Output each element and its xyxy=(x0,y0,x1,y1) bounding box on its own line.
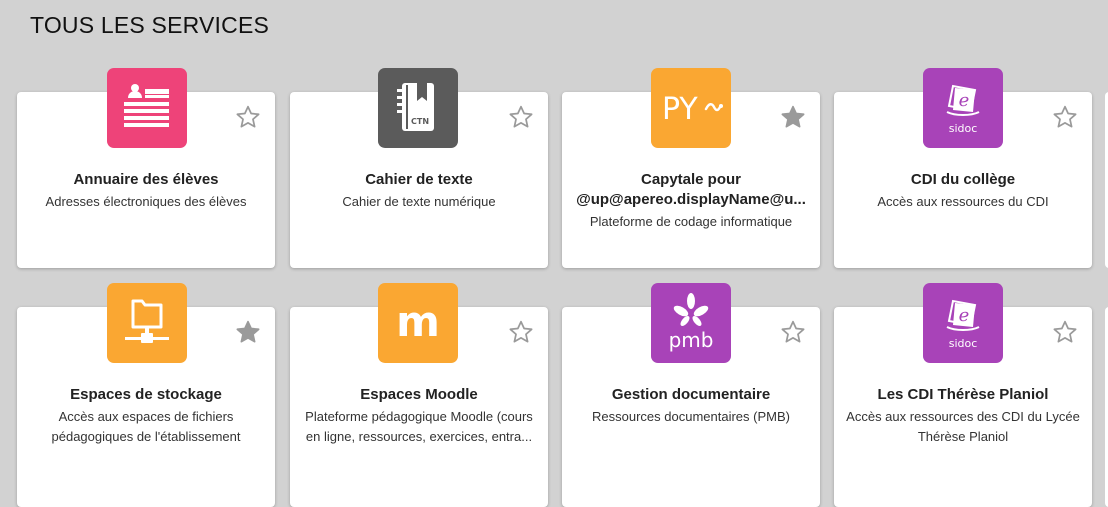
service-title-line: Espaces Moodle xyxy=(360,386,478,403)
service-description: Adresses électroniques des élèves xyxy=(17,192,275,212)
service-title: Gestion documentaire xyxy=(562,385,820,405)
service-description-line: Accès aux ressources des CDI du Lycée xyxy=(846,409,1080,424)
star-outline-icon[interactable] xyxy=(780,319,806,345)
sidoc-icon[interactable]: e sidoc xyxy=(923,68,1003,148)
star-filled-icon[interactable] xyxy=(780,104,806,130)
star-outline-icon[interactable] xyxy=(1052,104,1078,130)
service-description: Accès aux ressources du CDI xyxy=(834,192,1092,212)
service-description: Cahier de texte numérique xyxy=(290,192,548,212)
services-grid: Annuaire des élèves Adresses électroniqu… xyxy=(0,0,1108,507)
service-description-line: Plateforme pédagogique Moodle (cours xyxy=(305,409,533,424)
sidoc-label: sidoc xyxy=(949,122,978,135)
contact-card-icon[interactable] xyxy=(107,68,187,148)
svg-text:e: e xyxy=(959,305,970,326)
notebook-icon[interactable]: CTN xyxy=(378,68,458,148)
service-title-line: Capytale pour xyxy=(640,171,742,188)
service-description-line: Thérèse Planiol xyxy=(917,429,1009,444)
service-description-line: Ressources documentaires (PMB) xyxy=(592,409,790,424)
pmb-icon[interactable]: pmb xyxy=(651,283,731,363)
service-description: Plateforme pédagogique Moodle (cours en … xyxy=(290,407,548,447)
star-outline-icon[interactable] xyxy=(1052,319,1078,345)
service-description-line: pédagogiques de l'établissement xyxy=(51,429,241,444)
service-title: Capytale pour @up@apereo.displayName@u..… xyxy=(562,170,820,210)
pmb-label: pmb xyxy=(669,328,714,352)
service-description: Accès aux espaces de fichiers pédagogiqu… xyxy=(17,407,275,447)
service-description-line: Accès aux ressources du CDI xyxy=(877,194,1049,209)
py-label: PY xyxy=(662,92,698,127)
service-title: Cahier de texte xyxy=(290,170,548,190)
moodle-letter: m xyxy=(396,298,440,346)
service-title-line: Annuaire des élèves xyxy=(73,171,219,188)
service-title-line: Cahier de texte xyxy=(365,171,473,188)
sidoc-icon[interactable]: e sidoc xyxy=(923,283,1003,363)
service-title-line: CDI du collège xyxy=(910,171,1016,188)
service-title: CDI du collège xyxy=(834,170,1092,190)
service-description-line: Cahier de texte numérique xyxy=(342,194,496,209)
service-description-line: Accès aux espaces de fichiers xyxy=(58,409,234,424)
python-icon[interactable]: PY xyxy=(651,68,731,148)
star-filled-icon[interactable] xyxy=(235,319,261,345)
service-title-line: Espaces de stockage xyxy=(70,386,222,403)
svg-text:e: e xyxy=(959,90,970,111)
service-description: Ressources documentaires (PMB) xyxy=(562,407,820,427)
sidoc-label: sidoc xyxy=(949,337,978,350)
service-title: Annuaire des élèves xyxy=(17,170,275,190)
service-title: Espaces de stockage xyxy=(17,385,275,405)
ctn-label: CTN xyxy=(411,117,429,126)
service-description: Plateforme de codage informatique xyxy=(562,212,820,232)
service-description-line: Adresses électroniques des élèves xyxy=(45,194,247,209)
service-title: Les CDI Thérèse Planiol xyxy=(834,385,1092,405)
network-folder-icon[interactable] xyxy=(107,283,187,363)
service-description: Accès aux ressources des CDI du Lycée Th… xyxy=(834,407,1092,447)
star-outline-icon[interactable] xyxy=(508,104,534,130)
moodle-icon[interactable]: m xyxy=(378,283,458,363)
service-title: Espaces Moodle xyxy=(290,385,548,405)
service-title-line: Les CDI Thérèse Planiol xyxy=(877,386,1049,403)
service-title-line: @up@apereo.displayName@u... xyxy=(576,191,806,208)
service-description-line: en ligne, ressources, exercices, entra..… xyxy=(305,429,533,444)
star-outline-icon[interactable] xyxy=(235,104,261,130)
star-outline-icon[interactable] xyxy=(508,319,534,345)
service-title-line: Gestion documentaire xyxy=(611,386,771,403)
service-description-line: Plateforme de codage informatique xyxy=(589,214,793,229)
